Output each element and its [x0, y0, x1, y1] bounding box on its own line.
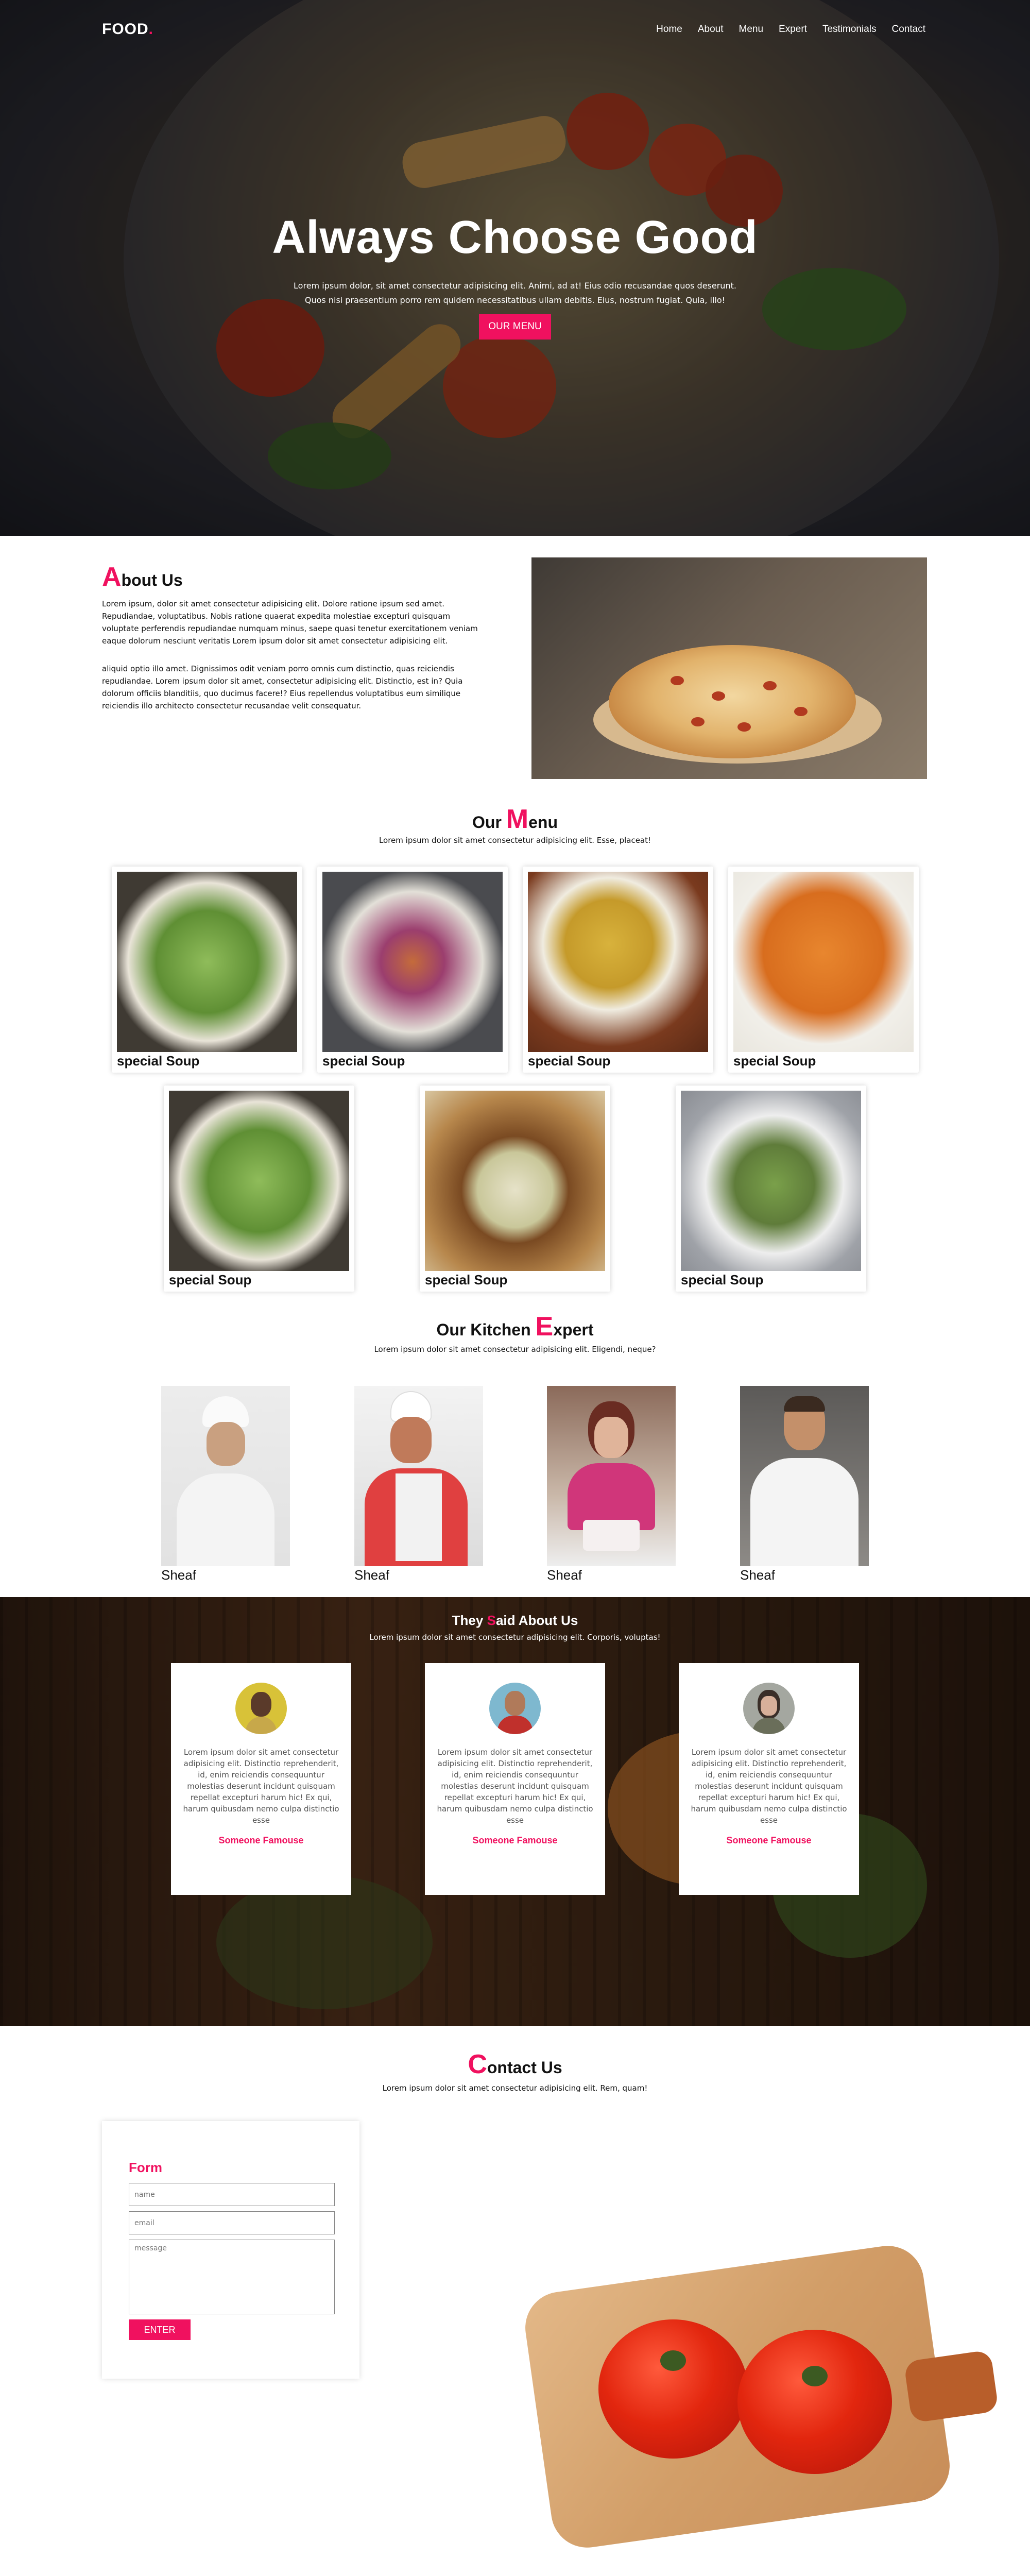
nav-menu: Home About Menu Expert Testimonials Cont… [656, 24, 925, 35]
testimonial-quote: Lorem ipsum dolor sit amet consectetur a… [691, 1748, 847, 1825]
form-title: Form [129, 2160, 162, 2175]
expert-card[interactable]: Sheaf [547, 1386, 676, 1583]
salad-photo [117, 872, 297, 1052]
pizza [609, 645, 856, 758]
chef-photo [354, 1386, 483, 1566]
expert-subtitle: Lorem ipsum dolor sit amet consectetur a… [374, 1345, 656, 1354]
tomato-board-image [521, 2241, 999, 2552]
pizza-image [531, 557, 927, 779]
testimonial-author: Someone Famouse [218, 1835, 304, 1845]
testimonials-subtitle: Lorem ipsum dolor sit amet consectetur a… [369, 1633, 661, 1642]
about-paragraph: Lorem ipsum, dolor sit amet consectetur … [102, 599, 478, 646]
menu-item-name: special Soup [322, 1053, 405, 1069]
testimonials-title: They Said About Us [452, 1613, 578, 1628]
menu-card[interactable]: special Soup [164, 1086, 354, 1292]
avatar [235, 1683, 287, 1734]
chef-photo [740, 1386, 869, 1566]
menu-item-name: special Soup [425, 1272, 508, 1287]
hero-section: FOOD. Home About Menu Expert Testimonial… [0, 0, 1030, 536]
menu-card[interactable]: special Soup [420, 1086, 610, 1292]
expert-card[interactable]: Sheaf [161, 1386, 290, 1583]
menu-item-name: special Soup [733, 1053, 816, 1069]
pasta-photo [733, 872, 914, 1052]
contact-title: Contact Us [468, 2049, 562, 2079]
about-title: About Us [102, 562, 183, 592]
expert-name: Sheaf [161, 1567, 196, 1583]
testimonial-card: Lorem ipsum dolor sit amet consectetur a… [679, 1663, 859, 1895]
menu-card[interactable]: special Soup [728, 867, 919, 1073]
expert-card[interactable]: Sheaf [354, 1386, 483, 1583]
top-nav: FOOD. Home About Menu Expert Testimonial… [0, 0, 1030, 62]
soup-photo [528, 872, 708, 1052]
soup-bowl-photo [425, 1091, 605, 1271]
contact-subtitle: Lorem ipsum dolor sit amet consectetur a… [382, 2083, 648, 2093]
about-text: About Us Lorem ipsum, dolor sit amet con… [102, 562, 488, 712]
hero-content: Always Choose Good Lorem ipsum dolor, si… [0, 211, 1030, 340]
testimonials-section: They Said About Us Lorem ipsum dolor sit… [0, 1597, 1030, 2026]
about-paragraph: aliquid optio illo amet. Dignissimos odi… [102, 664, 463, 710]
nav-link-testimonials[interactable]: Testimonials [822, 24, 877, 35]
chef-photo [547, 1386, 676, 1566]
hero-text: Lorem ipsum dolor, sit amet consectetur … [294, 281, 736, 305]
email-input[interactable] [129, 2211, 335, 2234]
nav-link-about[interactable]: About [698, 24, 724, 35]
message-textarea[interactable] [129, 2240, 335, 2314]
salad-photo [169, 1091, 349, 1271]
expert-name: Sheaf [354, 1567, 389, 1583]
name-input[interactable] [129, 2183, 335, 2206]
menu-item-name: special Soup [117, 1053, 200, 1069]
nav-link-menu[interactable]: Menu [739, 24, 764, 35]
avatar [489, 1683, 541, 1734]
expert-name: Sheaf [547, 1567, 582, 1583]
menu-card[interactable]: special Soup [523, 867, 713, 1073]
nav-link-home[interactable]: Home [656, 24, 682, 35]
menu-card[interactable]: special Soup [112, 867, 302, 1073]
expert-name: Sheaf [740, 1567, 775, 1583]
testimonial-quote: Lorem ipsum dolor sit amet consectetur a… [437, 1748, 593, 1825]
testimonials-header: They Said About Us Lorem ipsum dolor sit… [0, 1613, 1030, 1642]
contact-form: Form ENTER [102, 2121, 359, 2379]
site-logo[interactable]: FOOD. [102, 21, 153, 38]
about-section: About Us Lorem ipsum, dolor sit amet con… [0, 536, 1030, 793]
testimonial-author: Someone Famouse [472, 1835, 558, 1845]
our-menu-button[interactable]: OUR MENU [479, 314, 551, 340]
expert-card[interactable]: Sheaf [740, 1386, 869, 1583]
menu-item-name: special Soup [169, 1272, 252, 1287]
nav-link-expert[interactable]: Expert [779, 24, 807, 35]
menu-subtitle: Lorem ipsum dolor sit amet consectetur a… [379, 836, 651, 845]
menu-section: Our Menu Lorem ipsum dolor sit amet cons… [0, 793, 1030, 1309]
testimonial-quote: Lorem ipsum dolor sit amet consectetur a… [183, 1748, 339, 1825]
expert-title: Our Kitchen Expert [436, 1312, 594, 1342]
testimonial-card: Lorem ipsum dolor sit amet consectetur a… [171, 1663, 351, 1895]
contact-section: Contact Us Lorem ipsum dolor sit amet co… [0, 2026, 1030, 2552]
expert-section: Our Kitchen Expert Lorem ipsum dolor sit… [0, 1309, 1030, 1597]
testimonial-card: Lorem ipsum dolor sit amet consectetur a… [425, 1663, 605, 1895]
menu-card[interactable]: special Soup [317, 867, 508, 1073]
menu-item-name: special Soup [528, 1053, 611, 1069]
bowl-photo [322, 872, 503, 1052]
enter-button[interactable]: ENTER [129, 2319, 191, 2340]
salad-bowl-photo [681, 1091, 861, 1271]
menu-title: Our Menu [472, 804, 558, 834]
avatar [743, 1683, 795, 1734]
nav-link-contact[interactable]: Contact [892, 24, 925, 35]
hero-title: Always Choose Good [272, 212, 758, 263]
menu-card[interactable]: special Soup [676, 1086, 866, 1292]
testimonial-author: Someone Famouse [726, 1835, 812, 1845]
menu-item-name: special Soup [681, 1272, 764, 1287]
chef-photo [161, 1386, 290, 1566]
